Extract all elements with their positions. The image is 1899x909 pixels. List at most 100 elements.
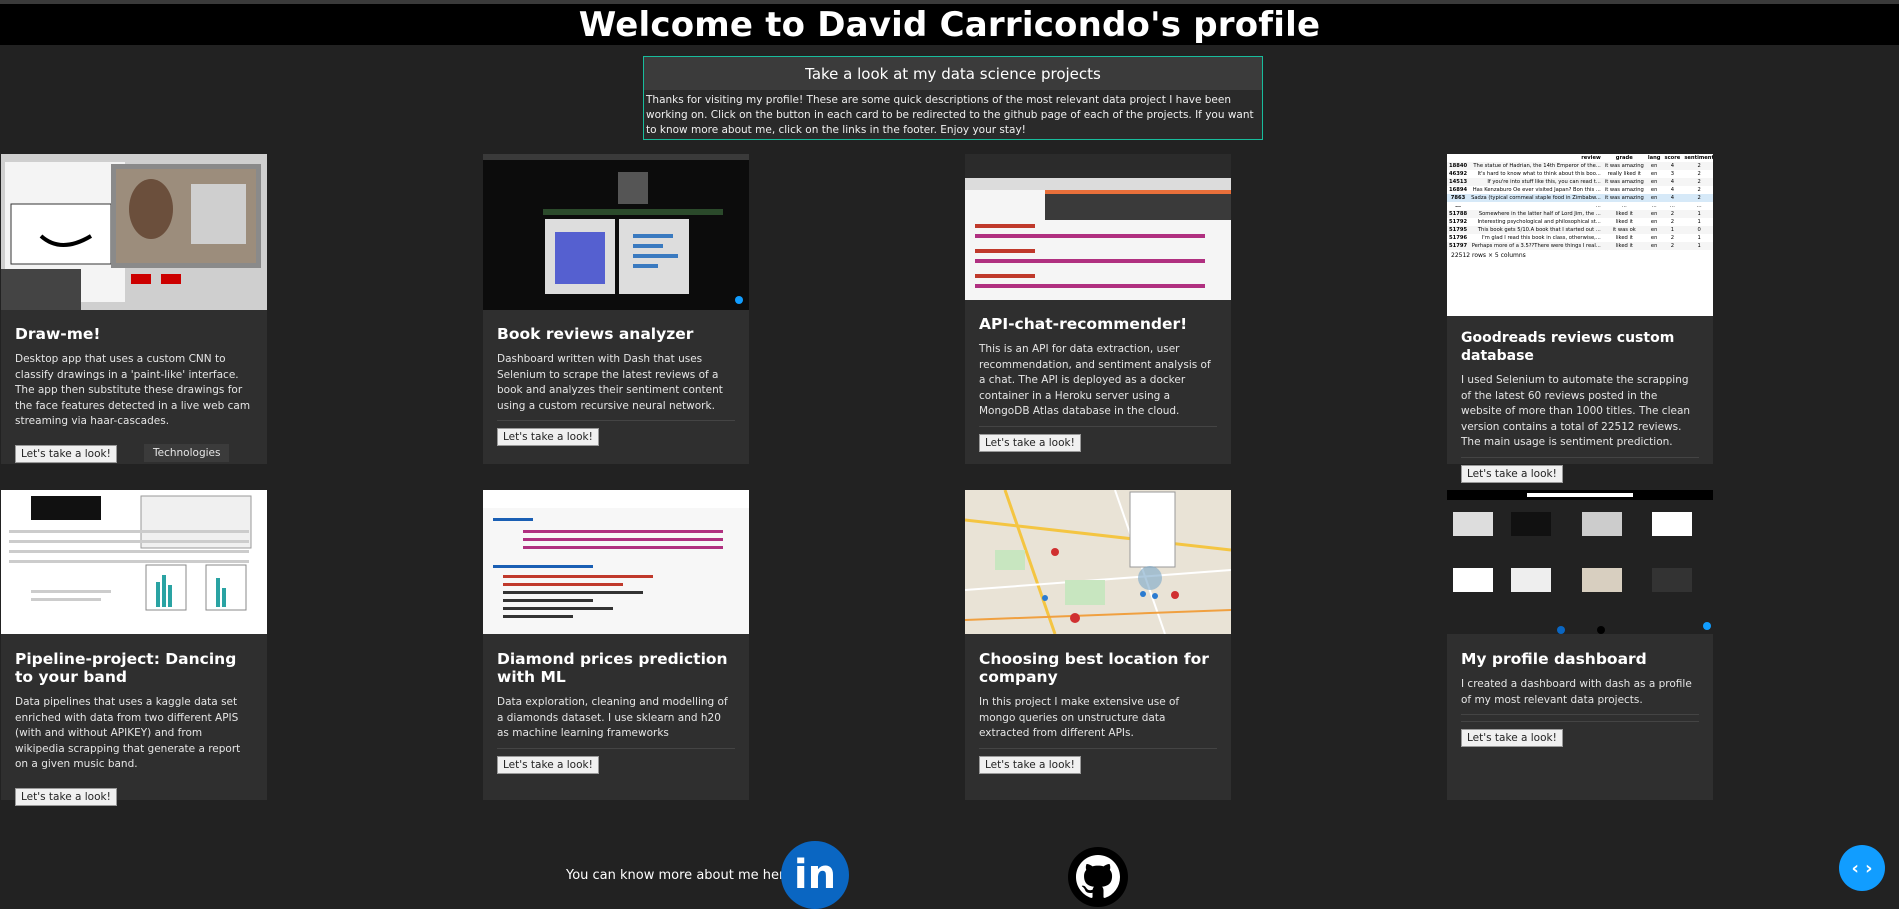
table-cell: 2 bbox=[1697, 163, 1701, 169]
card-title: My profile dashboard bbox=[1461, 650, 1647, 668]
table-row: 51788 Somewhere in the latter half of Lor… bbox=[1447, 210, 1713, 218]
table-cell: ... bbox=[1696, 203, 1702, 209]
project-thumbnail bbox=[483, 490, 749, 634]
draw-me-screenshot bbox=[1, 154, 267, 310]
table-header: sentiment bbox=[1684, 155, 1713, 161]
table-header: grade bbox=[1615, 155, 1633, 161]
table-cell: 2 bbox=[1697, 179, 1701, 185]
card-description: Desktop app that uses a custom CNN to cl… bbox=[15, 353, 251, 427]
table-row: 16894 Has Kenzaburo Oe ever visited Japan… bbox=[1447, 186, 1713, 194]
table-cell: en bbox=[1650, 179, 1658, 185]
table-cell: ... bbox=[1455, 203, 1461, 209]
table-cell: en bbox=[1650, 187, 1658, 193]
pipeline-screenshot bbox=[1, 490, 267, 634]
table-cell: ... bbox=[1595, 203, 1601, 209]
table-row: 51797 Perhaps more of a 3.5??There were t… bbox=[1447, 242, 1713, 250]
table-row: 51795 This book gets 5/10.A book that I s… bbox=[1447, 226, 1713, 234]
project-card-api-chat: API-chat-recommender! This is an API for… bbox=[965, 154, 1231, 464]
table-row: .................. bbox=[1447, 202, 1713, 210]
table-row: 51796 I'm glad I read this book in class,… bbox=[1447, 234, 1713, 242]
table-cell: Perhaps more of a 3.5??There were things… bbox=[1471, 243, 1601, 249]
table-cell: liked it bbox=[1615, 219, 1633, 225]
project-card-goodreads: review grade lang score sentiment 18840 T… bbox=[1447, 154, 1713, 483]
project-link-button[interactable]: Let's take a look! bbox=[979, 755, 1081, 774]
footer-text: You can know more about me here: bbox=[566, 868, 797, 883]
project-link-button[interactable]: Let's take a look! bbox=[15, 787, 117, 806]
table-cell: ... bbox=[1651, 203, 1657, 209]
linkedin-label: in bbox=[793, 852, 837, 898]
table-cell: 4 bbox=[1670, 179, 1675, 185]
table-cell: 2 bbox=[1670, 211, 1675, 217]
project-card-book-reviews: Book reviews analyzer Dashboard written … bbox=[483, 154, 749, 464]
table-caption: 22512 rows × 5 columns bbox=[1451, 252, 1526, 259]
table-cell: liked it bbox=[1615, 243, 1633, 249]
technologies-button[interactable]: Technologies bbox=[144, 444, 230, 462]
project-link-button[interactable]: Let's take a look! bbox=[1461, 729, 1563, 747]
table-cell: en bbox=[1650, 235, 1658, 241]
project-card-location: Choosing best location for company In th… bbox=[965, 490, 1231, 800]
table-cell: 1 bbox=[1670, 227, 1675, 233]
goodreads-dataframe: review grade lang score sentiment 18840 T… bbox=[1447, 154, 1713, 250]
table-cell: 18840 bbox=[1449, 163, 1468, 169]
table-cell: liked it bbox=[1615, 211, 1633, 217]
table-cell: en bbox=[1650, 219, 1658, 225]
github-icon[interactable] bbox=[1068, 847, 1128, 907]
table-cell: 51796 bbox=[1449, 235, 1468, 241]
card-title: Book reviews analyzer bbox=[497, 325, 694, 343]
page-title: Welcome to David Carricondo's profile bbox=[578, 4, 1321, 45]
table-cell: 2 bbox=[1670, 235, 1675, 241]
card-description: This is an API for data extraction, user… bbox=[979, 343, 1211, 417]
table-cell: 14513 bbox=[1449, 179, 1468, 185]
project-link-button[interactable]: Let's take a look! bbox=[497, 755, 599, 774]
card-description: In this project I make extensive use of … bbox=[979, 696, 1180, 739]
linkedin-icon[interactable]: in bbox=[781, 841, 849, 909]
table-cell: 1 bbox=[1697, 243, 1701, 249]
table-row: 7863 Sadza (typical cornmeal staple food … bbox=[1447, 194, 1713, 202]
intro-title: Take a look at my data science projects bbox=[644, 57, 1262, 90]
card-title: Choosing best location for company bbox=[979, 650, 1209, 686]
table-cell: 51792 bbox=[1449, 219, 1468, 225]
table-cell: 1 bbox=[1697, 211, 1701, 217]
table-cell: it was ok bbox=[1612, 227, 1636, 233]
project-thumbnail: review grade lang score sentiment 18840 T… bbox=[1447, 154, 1713, 316]
map-screenshot bbox=[965, 490, 1231, 634]
table-cell: 3 bbox=[1670, 171, 1675, 177]
card-description: Data exploration, cleaning and modelling… bbox=[497, 696, 728, 739]
project-card-profile-dashboard: My profile dashboard I created a dashboa… bbox=[1447, 490, 1713, 800]
table-header: score bbox=[1664, 155, 1681, 161]
code-icon[interactable]: ‹ › bbox=[1839, 845, 1885, 891]
table-cell: it was amazing bbox=[1604, 195, 1644, 201]
table-cell: en bbox=[1650, 163, 1658, 169]
table-cell: 46392 bbox=[1449, 171, 1468, 177]
page-header: Welcome to David Carricondo's profile bbox=[0, 4, 1899, 45]
project-thumbnail bbox=[1, 490, 267, 634]
table-cell: en bbox=[1650, 171, 1658, 177]
table-cell: it was amazing bbox=[1604, 179, 1644, 185]
diamonds-screenshot bbox=[483, 490, 749, 634]
table-cell: liked it bbox=[1615, 235, 1633, 241]
table-cell: 7863 bbox=[1450, 195, 1466, 201]
table-cell: it was amazing bbox=[1604, 187, 1644, 193]
card-title: Pipeline-project: Dancing to your band bbox=[15, 650, 237, 686]
card-description: I used Selenium to automate the scrappin… bbox=[1461, 374, 1691, 448]
table-cell: Somewhere in the latter half of Lord Jim… bbox=[1478, 211, 1601, 217]
project-card-diamonds: Diamond prices prediction with ML Data e… bbox=[483, 490, 749, 800]
table-cell: 51788 bbox=[1449, 211, 1468, 217]
table-cell: 2 bbox=[1670, 219, 1675, 225]
table-cell: 2 bbox=[1697, 171, 1701, 177]
project-link-button[interactable]: Let's take a look! bbox=[1461, 464, 1563, 483]
book-reviews-screenshot bbox=[483, 154, 749, 310]
table-cell: This book gets 5/10.A book that I starte… bbox=[1477, 227, 1601, 233]
table-cell: 2 bbox=[1670, 243, 1675, 249]
table-cell: ... bbox=[1621, 203, 1627, 209]
project-link-button[interactable]: Let's take a look! bbox=[979, 433, 1081, 452]
card-divider bbox=[979, 747, 1217, 749]
table-cell: it was amazing bbox=[1604, 163, 1644, 169]
project-link-button[interactable]: Let's take a look! bbox=[15, 444, 117, 463]
project-card-draw-me: Draw-me! Desktop app that uses a custom … bbox=[1, 154, 267, 464]
table-row: 51792 Interesting psychological and philo… bbox=[1447, 218, 1713, 226]
table-cell: 0 bbox=[1697, 227, 1701, 233]
project-link-button[interactable]: Let's take a look! bbox=[497, 428, 599, 446]
card-title: API-chat-recommender! bbox=[979, 315, 1188, 333]
table-cell: 4 bbox=[1670, 187, 1675, 193]
